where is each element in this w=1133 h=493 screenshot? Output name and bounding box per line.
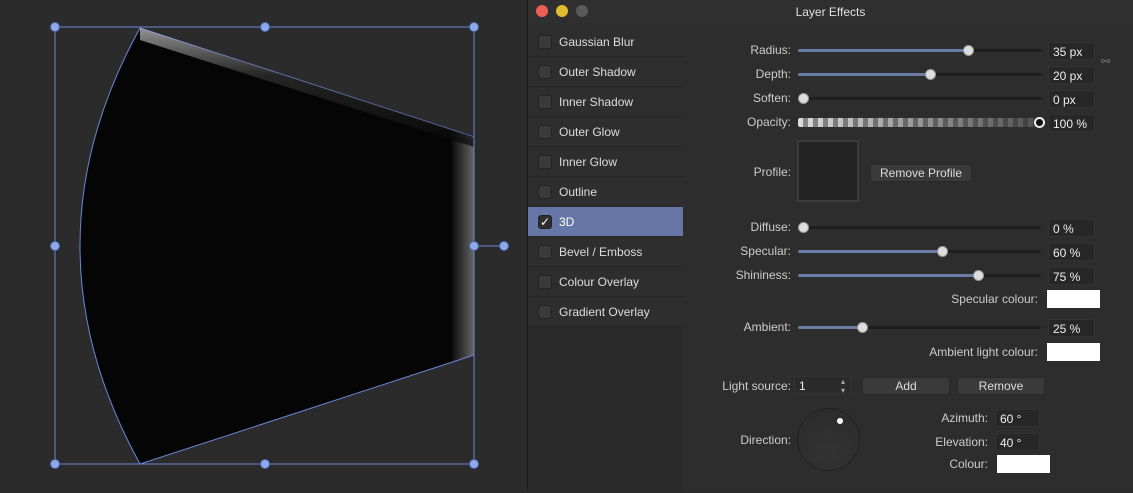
depth-label: Depth: [755,67,791,81]
depth-slider[interactable] [798,73,1041,76]
elevation-field[interactable]: 40 ° [995,433,1040,451]
specular-colour-label: Specular colour: [951,292,1038,306]
direction-dial[interactable] [797,408,860,471]
effect-item[interactable]: Colour Overlay [528,267,683,297]
light-source-value: 1 [799,379,806,393]
stepper-arrows-icon[interactable]: ▴ ▾ [841,377,845,395]
diffuse-label: Diffuse: [750,220,791,234]
soften-slider-thumb[interactable] [798,93,809,104]
radius-slider-fill [798,49,969,52]
soften-field[interactable]: 0 px [1048,90,1095,108]
effect-label: Inner Glow [559,154,618,169]
effect-label: Outer Shadow [559,64,636,79]
remove-profile-button[interactable]: Remove Profile [870,164,972,182]
effect-item[interactable]: Inner Shadow [528,87,683,117]
effect-item[interactable]: Gaussian Blur [528,27,683,57]
effect-label: Gradient Overlay [559,304,650,319]
profile-curve-preview[interactable] [797,140,859,202]
ambient-label: Ambient: [743,320,791,334]
shininess-label: Shininess: [735,268,791,282]
effect-checkbox[interactable] [538,274,552,289]
specular-colour-swatch[interactable] [1047,290,1100,308]
specular-slider[interactable] [798,250,1041,253]
effect-label: 3D [559,214,575,229]
effect-checkbox[interactable] [538,34,552,49]
elevation-label: Elevation: [935,435,988,449]
title-bar: Layer Effects [528,0,1133,24]
effect-item[interactable]: Gradient Overlay [528,297,683,327]
effect-label: Outer Glow [559,124,620,139]
direction-label: Direction: [740,433,791,447]
opacity-slider[interactable] [798,118,1041,127]
effect-checkbox[interactable] [538,64,552,79]
effect-item[interactable]: Outer Shadow [528,57,683,87]
soften-label: Soften: [752,91,791,105]
effect-item[interactable]: Outline [528,177,683,207]
effect-label: Colour Overlay [559,274,640,289]
ambient-slider-thumb[interactable] [857,322,868,333]
depth-slider-thumb[interactable] [925,69,937,80]
specular-slider-thumb[interactable] [937,246,949,257]
azimuth-field[interactable]: 60 ° [995,409,1040,427]
effect-item[interactable]: Bevel / Emboss [528,237,683,267]
ambient-slider[interactable] [798,326,1041,329]
effect-item[interactable]: Inner Glow [528,147,683,177]
light-source-label: Light source: [722,379,791,393]
layer-effects-panel: Layer Effects Gaussian Blur Outer Shadow I… [527,0,1133,490]
radius-slider[interactable] [798,49,1041,52]
effect-label: Bevel / Emboss [559,244,643,259]
ambient-slider-fill [798,326,859,329]
canvas[interactable] [0,0,527,490]
effect-checkbox[interactable] [538,244,552,259]
azimuth-label: Azimuth: [941,411,988,425]
effect-checkbox[interactable] [538,304,552,319]
shininess-slider[interactable] [798,274,1041,277]
effect-label: Outline [559,184,598,199]
effect-checkbox[interactable]: ✓ [538,214,552,229]
radius-label: Radius: [750,43,791,57]
ambient-colour-label: Ambient light colour: [929,345,1038,359]
add-light-button[interactable]: Add [862,377,950,395]
effect-label: Inner Shadow [559,94,634,109]
shininess-slider-fill [798,274,978,277]
opacity-field[interactable]: 100 % [1048,114,1095,132]
diffuse-slider[interactable] [798,226,1041,229]
radius-field[interactable]: 35 px [1048,42,1095,60]
effect-checkbox[interactable] [538,184,552,199]
soften-slider[interactable] [798,97,1041,100]
light-colour-swatch[interactable] [997,455,1050,473]
effect-item[interactable]: ✓ 3D [528,207,683,237]
opacity-label: Opacity: [746,115,791,129]
opacity-slider-thumb[interactable] [1034,117,1045,128]
remove-light-button[interactable]: Remove [957,377,1045,395]
rotation-handle [499,241,509,251]
effect-checkbox[interactable] [538,94,552,109]
depth-slider-fill [798,73,930,76]
shape-selection[interactable] [0,0,527,490]
effect-item[interactable]: Outer Glow [528,117,683,147]
profile-label: Profile: [753,165,791,179]
diffuse-slider-thumb[interactable] [798,222,809,233]
window-title: Layer Effects [795,5,866,19]
link-icon[interactable]: ⚯ [1101,55,1110,68]
radius-slider-thumb[interactable] [963,45,975,56]
diffuse-field[interactable]: 0 % [1048,219,1095,237]
effect-checkbox[interactable] [538,154,552,169]
shininess-slider-thumb[interactable] [972,270,984,281]
specular-label: Specular: [740,244,791,258]
light-source-stepper[interactable]: 1 ▴ ▾ [794,376,851,395]
specular-slider-fill [798,250,942,253]
specular-field[interactable]: 60 % [1048,243,1095,261]
shininess-field[interactable]: 75 % [1048,267,1095,285]
effect-label: Gaussian Blur [559,34,635,49]
effect-checkbox[interactable] [538,124,552,139]
3d-shape[interactable] [79,27,475,465]
colour-label: Colour: [949,457,988,471]
direction-dial-knob[interactable] [837,418,843,424]
ambient-field[interactable]: 25 % [1048,319,1095,337]
ambient-colour-swatch[interactable] [1047,343,1100,361]
depth-field[interactable]: 20 px [1048,66,1095,84]
effects-list: Gaussian Blur Outer Shadow Inner Shadow Out… [528,27,683,490]
